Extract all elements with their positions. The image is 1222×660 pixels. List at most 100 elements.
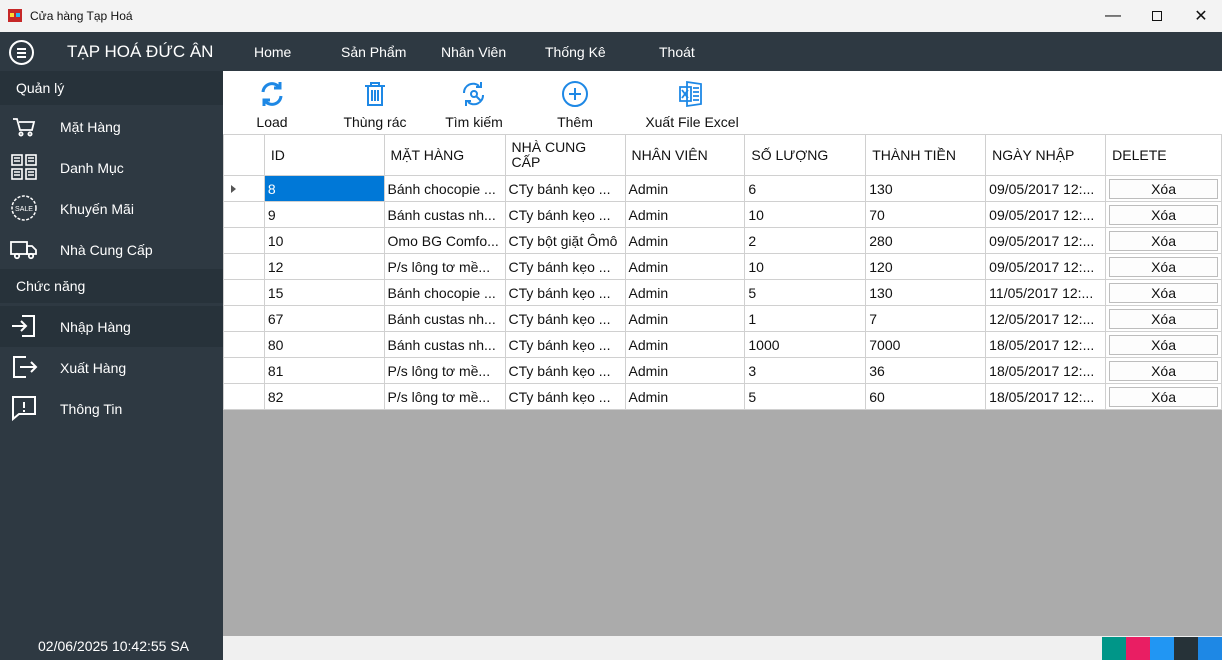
row-header-cell[interactable] [223,305,265,332]
theme-swatch[interactable] [1150,637,1174,660]
menu-nhan-vien[interactable]: Nhân Viên [441,44,506,60]
cell-thanh-tien[interactable]: 130 [865,175,987,202]
cell-nha-cung-cap[interactable]: CTy bánh kẹo ... [504,279,626,306]
cell-nhan-vien[interactable]: Admin [624,227,746,254]
load-button[interactable]: Load [243,71,301,134]
cell-ngay-nhap[interactable]: 11/05/2017 12:... [985,279,1107,306]
cell-so-luong[interactable]: 2 [744,227,867,254]
cell-thanh-tien[interactable]: 280 [865,227,987,254]
theme-swatch[interactable] [1102,637,1126,660]
delete-row-button[interactable]: Xóa [1109,308,1218,329]
column-header-delete[interactable]: DELETE [1105,134,1222,176]
theme-swatch[interactable] [1174,637,1198,660]
cell-so-luong[interactable]: 10 [744,253,867,280]
cell-id[interactable]: 9 [263,201,385,228]
cell-so-luong[interactable]: 3 [744,357,867,384]
maximize-button[interactable] [1134,0,1180,32]
row-header-cell[interactable] [223,253,265,280]
cell-mat-hang[interactable]: Bánh chocopie ... [383,175,506,202]
menu-home[interactable]: Home [254,44,291,60]
cell-so-luong[interactable]: 1000 [744,331,867,358]
cell-mat-hang[interactable]: Bánh custas nh... [383,201,506,228]
table-row[interactable]: 10 Omo BG Comfo... CTy bột giặt Ômô Admin 2 2… [223,227,1222,254]
cell-mat-hang[interactable]: P/s lông tơ mề... [383,253,506,280]
cell-nha-cung-cap[interactable]: CTy bột giặt Ômô [504,227,626,254]
row-header-cell[interactable] [223,175,265,202]
cell-nhan-vien[interactable]: Admin [624,253,746,280]
cell-thanh-tien[interactable]: 70 [865,201,987,228]
column-header-id[interactable]: ID [263,134,385,176]
cell-nhan-vien[interactable]: Admin [624,279,746,306]
sidebar-item-mat-hang[interactable]: Mặt Hàng [0,106,223,147]
row-header-cell[interactable] [223,201,265,228]
delete-row-button[interactable]: Xóa [1109,360,1218,381]
sidebar-item-khuyen-mai[interactable]: SALE Khuyến Mãi [0,188,223,229]
add-button[interactable]: Thêm [549,71,601,134]
cell-thanh-tien[interactable]: 120 [865,253,987,280]
delete-row-button[interactable]: Xóa [1109,282,1218,303]
cell-nha-cung-cap[interactable]: CTy bánh kẹo ... [504,175,626,202]
cell-nha-cung-cap[interactable]: CTy bánh kẹo ... [504,305,626,332]
cell-thanh-tien[interactable]: 60 [865,383,987,410]
cell-ngay-nhap[interactable]: 12/05/2017 12:... [985,305,1107,332]
cell-ngay-nhap[interactable]: 18/05/2017 12:... [985,383,1107,410]
menu-thoat[interactable]: Thoát [659,44,695,60]
column-header-nha-cung-cap[interactable]: NHÀ CUNG CẤP [504,134,626,176]
cell-mat-hang[interactable]: Bánh custas nh... [383,305,506,332]
export-excel-button[interactable]: Xuất File Excel [644,71,740,134]
column-header-thanh-tien[interactable]: THÀNH TIỀN [865,134,987,176]
sidebar-item-nha-cung-cap[interactable]: Nhà Cung Cấp [0,229,223,270]
cell-thanh-tien[interactable]: 36 [865,357,987,384]
table-row[interactable]: 8 Bánh chocopie ... CTy bánh kẹo ... Admin 6… [223,175,1222,202]
row-header-cell[interactable] [223,383,265,410]
cell-thanh-tien[interactable]: 7000 [865,331,987,358]
cell-nhan-vien[interactable]: Admin [624,331,746,358]
sidebar-item-xuat-hang[interactable]: Xuất Hàng [0,347,223,388]
search-button[interactable]: Tìm kiếm [441,71,507,134]
cell-nhan-vien[interactable]: Admin [624,305,746,332]
sidebar-item-thong-tin[interactable]: Thông Tin [0,388,223,429]
column-header-nhan-vien[interactable]: NHÂN VIÊN [624,134,746,176]
cell-ngay-nhap[interactable]: 18/05/2017 12:... [985,357,1107,384]
cell-mat-hang[interactable]: P/s lông tơ mề... [383,357,506,384]
cell-ngay-nhap[interactable]: 09/05/2017 12:... [985,175,1107,202]
table-row[interactable]: 82 P/s lông tơ mề... CTy bánh kẹo ... Admin… [223,383,1222,410]
cell-ngay-nhap[interactable]: 09/05/2017 12:... [985,227,1107,254]
column-header-ngay-nhap[interactable]: NGÀY NHẬP [985,134,1107,176]
cell-mat-hang[interactable]: Bánh custas nh... [383,331,506,358]
cell-id[interactable]: 82 [263,383,385,410]
cell-mat-hang[interactable]: Omo BG Comfo... [383,227,506,254]
cell-so-luong[interactable]: 6 [744,175,867,202]
cell-nhan-vien[interactable]: Admin [624,201,746,228]
cell-so-luong[interactable]: 5 [744,279,867,306]
table-row[interactable]: 67 Bánh custas nh... CTy bánh kẹo ... Admin… [223,305,1222,332]
minimize-button[interactable]: — [1090,0,1136,32]
row-header-cell[interactable] [223,357,265,384]
delete-row-button[interactable]: Xóa [1109,204,1218,225]
delete-row-button[interactable]: Xóa [1109,230,1218,251]
table-row[interactable]: 81 P/s lông tơ mề... CTy bánh kẹo ... Admin… [223,357,1222,384]
row-header-cell[interactable] [223,331,265,358]
cell-ngay-nhap[interactable]: 09/05/2017 12:... [985,253,1107,280]
column-header-so-luong[interactable]: SỐ LƯỢNG [744,134,867,176]
cell-nha-cung-cap[interactable]: CTy bánh kẹo ... [504,201,626,228]
sidebar-item-danh-muc[interactable]: Danh Mục [0,147,223,188]
cell-so-luong[interactable]: 1 [744,305,867,332]
close-button[interactable]: ✕ [1178,0,1222,32]
table-row[interactable]: 15 Bánh chocopie ... CTy bánh kẹo ... Admin… [223,279,1222,306]
cell-thanh-tien[interactable]: 7 [865,305,987,332]
cell-mat-hang[interactable]: P/s lông tơ mề... [383,383,506,410]
table-row[interactable]: 80 Bánh custas nh... CTy bánh kẹo ... Admin… [223,331,1222,358]
menu-thong-ke[interactable]: Thống Kê [545,44,606,60]
cell-so-luong[interactable]: 10 [744,201,867,228]
cell-nha-cung-cap[interactable]: CTy bánh kẹo ... [504,331,626,358]
sidebar-item-nhap-hang[interactable]: Nhập Hàng [0,306,223,347]
cell-ngay-nhap[interactable]: 09/05/2017 12:... [985,201,1107,228]
cell-id[interactable]: 81 [263,357,385,384]
theme-swatch[interactable] [1198,637,1222,660]
cell-thanh-tien[interactable]: 130 [865,279,987,306]
cell-id[interactable]: 12 [263,253,385,280]
cell-nhan-vien[interactable]: Admin [624,357,746,384]
row-header-cell[interactable] [223,227,265,254]
row-header-cell[interactable] [223,279,265,306]
